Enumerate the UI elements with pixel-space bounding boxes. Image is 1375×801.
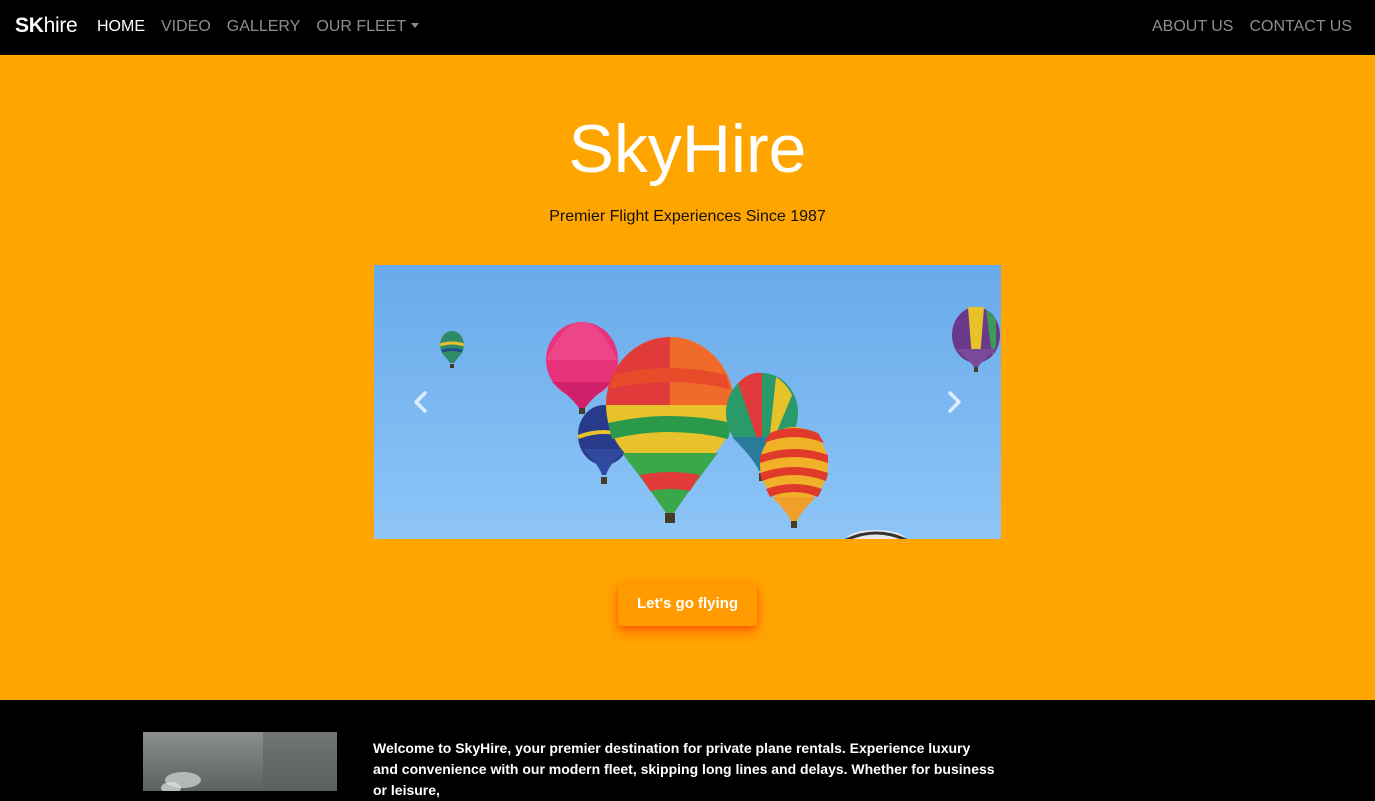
carousel-next-button[interactable] — [907, 265, 1001, 539]
hero-section: SkyHire Premier Flight Experiences Since… — [0, 55, 1375, 700]
carousel-prev-button[interactable] — [374, 265, 468, 539]
nav-dropdown-our-fleet-label: OUR FLEET — [316, 18, 407, 35]
brand-logo[interactable]: SKhire — [15, 14, 78, 38]
lets-go-flying-button[interactable]: Let's go flying — [618, 582, 757, 626]
nav-link-video[interactable]: VIDEO — [161, 17, 211, 37]
brand-light-text: hire — [43, 14, 78, 37]
nav-right-group: ABOUT US CONTACT US — [1136, 17, 1352, 37]
chevron-right-icon — [948, 391, 961, 413]
hero-subtitle: Premier Flight Experiences Since 1987 — [549, 208, 826, 225]
top-navbar: SKhire HOME VIDEO GALLERY OUR FLEET ABOU… — [0, 0, 1375, 55]
image-carousel[interactable] — [374, 265, 1001, 539]
intro-section: Welcome to SkyHire, your premier destina… — [0, 700, 1375, 798]
nav-link-about-us[interactable]: ABOUT US — [1152, 17, 1234, 37]
nav-dropdown-our-fleet[interactable]: OUR FLEET — [316, 17, 420, 37]
nav-link-home[interactable]: HOME — [97, 17, 145, 37]
nav-link-gallery[interactable]: GALLERY — [227, 17, 301, 37]
caret-down-icon — [411, 23, 420, 28]
hero-title: SkyHire — [568, 111, 807, 187]
chevron-left-icon — [414, 391, 427, 413]
intro-paragraph: Welcome to SkyHire, your premier destina… — [373, 740, 995, 798]
nav-left-group: HOME VIDEO GALLERY OUR FLEET — [97, 17, 435, 37]
nav-link-contact-us[interactable]: CONTACT US — [1249, 17, 1352, 37]
brand-bold-text: SK — [15, 14, 44, 37]
intro-thumbnail-image — [143, 732, 337, 791]
